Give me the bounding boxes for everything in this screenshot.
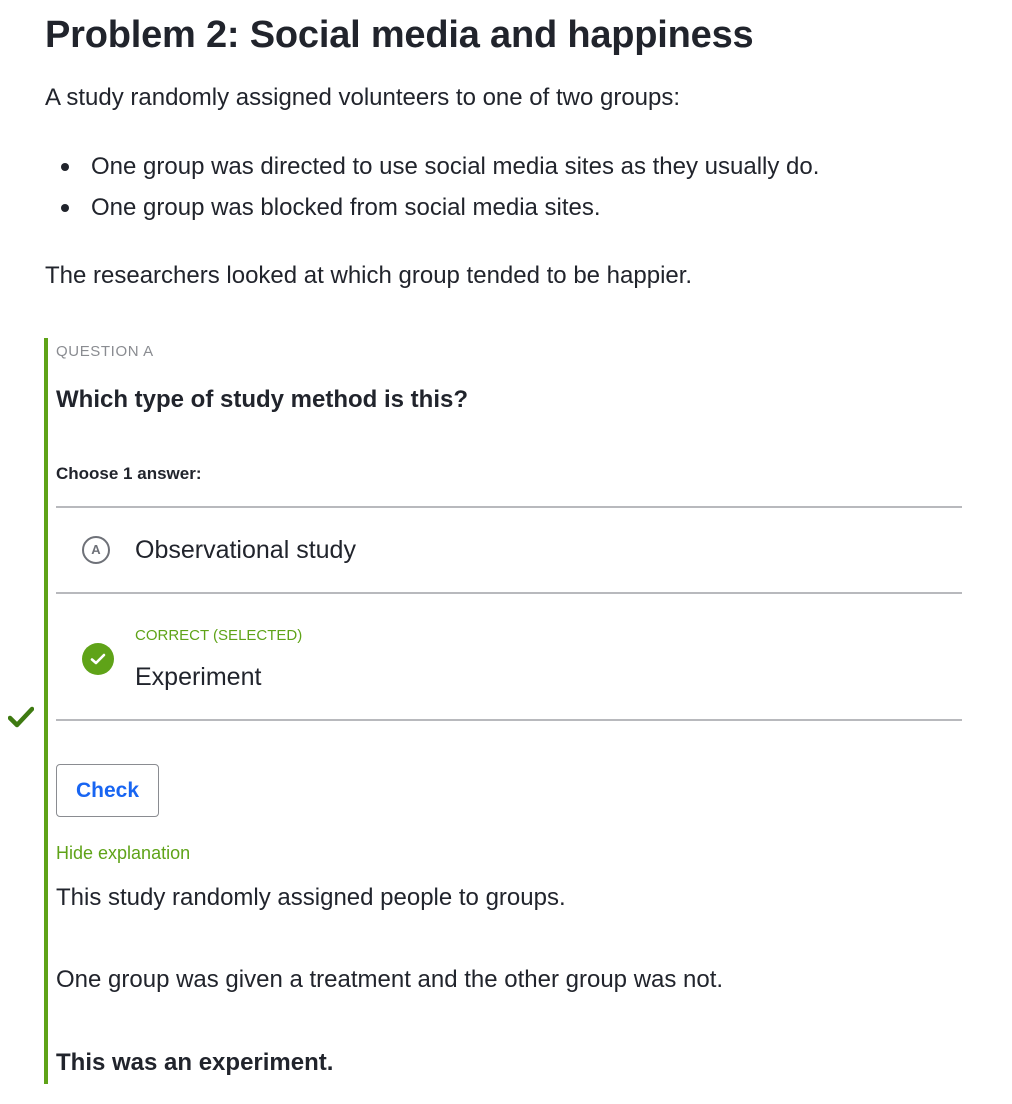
choice-observational-study[interactable]: A Observational study <box>56 508 962 592</box>
hide-explanation-link[interactable]: Hide explanation <box>56 843 190 864</box>
choice-letter-a: A <box>82 536 110 564</box>
question-correct-bar <box>44 338 48 1084</box>
check-button[interactable]: Check <box>56 764 159 817</box>
list-item: One group was directed to use social med… <box>45 146 819 187</box>
problem-groups-list: One group was directed to use social med… <box>45 146 819 228</box>
choice-status: CORRECT (SELECTED) <box>135 627 303 644</box>
list-item-text: One group was directed to use social med… <box>91 153 820 180</box>
choice-label: Observational study <box>135 536 356 564</box>
problem-title: Problem 2: Social media and happiness <box>45 14 754 56</box>
checkmark-icon <box>8 706 34 728</box>
choose-instruction: Choose 1 answer: <box>56 464 202 483</box>
choice-label: Experiment <box>135 663 262 691</box>
list-item: One group was blocked from social media … <box>45 187 819 228</box>
problem-conclusion: The researchers looked at which group te… <box>45 262 693 289</box>
bullet-dot <box>61 204 69 212</box>
check-circle-icon <box>82 643 114 675</box>
bullet-dot <box>61 163 69 171</box>
explanation-line: This study randomly assigned people to g… <box>56 884 566 911</box>
question-text: Which type of study method is this? <box>56 386 469 413</box>
list-item-text: One group was blocked from social media … <box>91 194 601 221</box>
explanation-conclusion: This was an experiment. <box>56 1049 334 1076</box>
problem-intro: A study randomly assigned volunteers to … <box>45 84 681 111</box>
choice-experiment[interactable]: CORRECT (SELECTED) Experiment <box>56 594 962 720</box>
question-label: QUESTION A <box>56 343 154 360</box>
explanation-line: One group was given a treatment and the … <box>56 966 724 993</box>
divider <box>56 719 962 721</box>
